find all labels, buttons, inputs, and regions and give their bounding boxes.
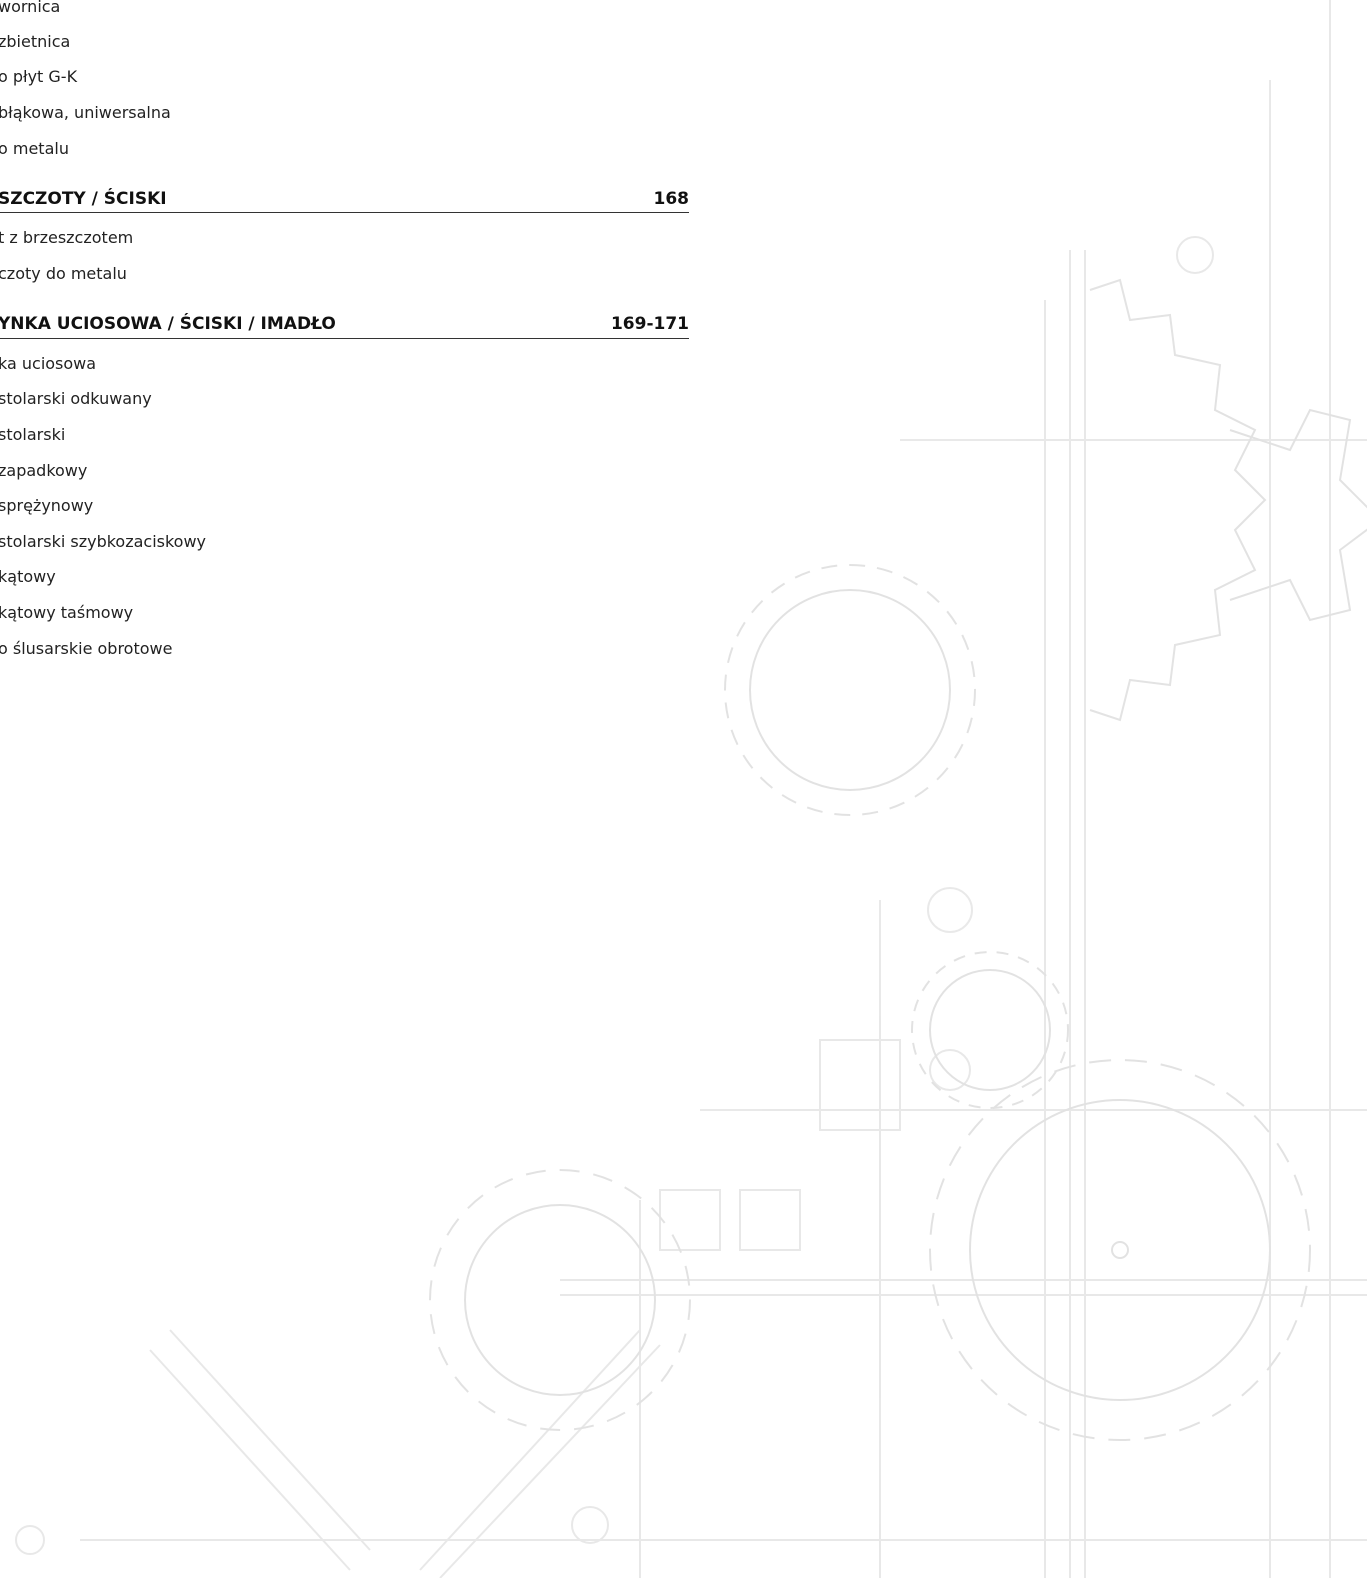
index-content: wornica zbietnica o płyt G-K błąkowa, un… [0, 0, 1367, 1578]
list-item: o ślusarskie obrotowe [0, 639, 173, 658]
section-title: YNKA UCIOSOWA / ŚCISKI / IMADŁO [0, 314, 336, 334]
list-item: t z brzeszczotem [0, 228, 134, 247]
list-item: stolarski [0, 425, 66, 444]
catalog-index-page: wornica zbietnica o płyt G-K błąkowa, un… [0, 0, 1367, 1578]
section-page-number: 168 [653, 189, 690, 209]
list-item: stolarski odkuwany [0, 389, 152, 408]
list-item: zapadkowy [0, 461, 88, 480]
list-item: o płyt G-K [0, 67, 78, 86]
list-item: o metalu [0, 139, 69, 158]
list-item: czoty do metalu [0, 264, 127, 283]
list-item: błąkowa, uniwersalna [0, 103, 171, 122]
list-item: ka uciosowa [0, 354, 97, 373]
list-item: kątowy taśmowy [0, 603, 134, 622]
section-title: SZCZOTY / ŚCISKI [0, 189, 167, 209]
list-item: kątowy [0, 567, 56, 586]
section-page-number: 169-171 [610, 314, 689, 334]
section-divider [0, 338, 689, 339]
section-divider [0, 212, 689, 213]
list-item: wornica [0, 0, 61, 16]
list-item: zbietnica [0, 32, 71, 51]
list-item: sprężynowy [0, 496, 94, 515]
list-item: stolarski szybkozaciskowy [0, 532, 207, 551]
